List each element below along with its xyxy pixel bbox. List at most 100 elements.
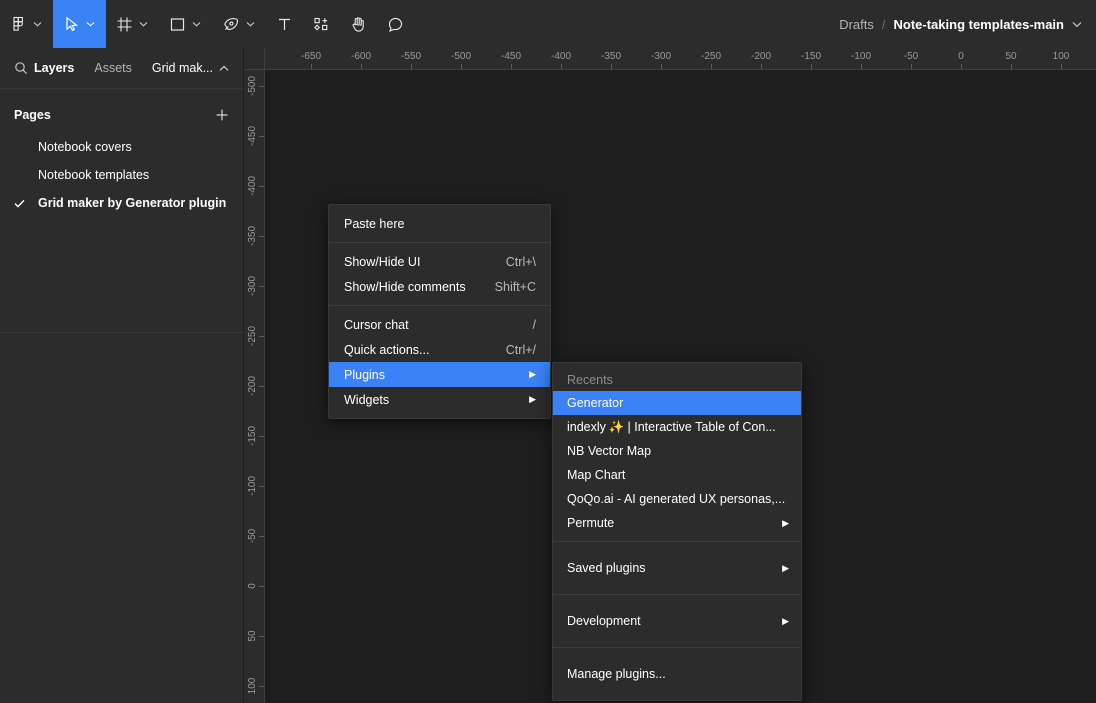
chevron-down-icon[interactable] <box>1072 21 1082 28</box>
comment-tool-button[interactable] <box>377 0 414 48</box>
left-sidebar: Layers Assets Grid mak... Pages Notebook… <box>0 48 244 703</box>
ruler-label: -100 <box>850 51 872 62</box>
menu-item-show-hide-comments[interactable]: Show/Hide comments Shift+C <box>329 274 550 299</box>
hand-tool-icon <box>350 16 367 33</box>
comment-icon <box>387 16 404 33</box>
menu-item-shortcut: / <box>532 317 536 332</box>
page-label: Grid maker by Generator plugin <box>38 196 227 210</box>
menu-item-show-hide-ui[interactable]: Show/Hide UI Ctrl+\ <box>329 249 550 274</box>
move-tool-button[interactable] <box>53 0 106 48</box>
ruler-label: -250 <box>247 325 258 347</box>
page-item-notebook-templates[interactable]: Notebook templates <box>0 161 243 189</box>
ruler-tick <box>259 586 264 587</box>
chevron-down-icon <box>31 18 43 30</box>
plugin-item-label: NB Vector Map <box>567 444 652 458</box>
sidebar-tab-bar: Layers Assets Grid mak... <box>0 48 243 89</box>
plugin-item-map-chart[interactable]: Map Chart <box>553 463 801 487</box>
search-icon[interactable] <box>14 61 34 75</box>
submenu-item-saved-plugins[interactable]: Saved plugins ▶ <box>553 548 801 588</box>
submenu-section-recents: Recents <box>567 373 613 387</box>
chevron-down-icon <box>84 18 96 30</box>
sparkles-icon: ✨ <box>608 419 625 434</box>
menu-item-label: Quick actions... <box>344 342 430 357</box>
ruler-tick <box>561 64 562 69</box>
ruler-label: -350 <box>600 51 622 62</box>
ruler-tick <box>711 64 712 69</box>
menu-item-label: Show/Hide UI <box>344 254 421 269</box>
plugin-item-generator[interactable]: Generator <box>553 391 801 415</box>
chevron-right-icon: ▶ <box>529 369 536 379</box>
submenu-separator <box>553 647 801 648</box>
pen-tool-icon <box>222 16 240 33</box>
submenu-item-development[interactable]: Development ▶ <box>553 601 801 641</box>
figma-menu-button[interactable] <box>0 0 53 48</box>
ruler-label: -50 <box>247 528 258 544</box>
menu-separator <box>329 305 550 306</box>
ruler-tick <box>259 86 264 87</box>
ruler-corner <box>244 48 265 70</box>
hand-tool-button[interactable] <box>340 0 377 48</box>
breadcrumb-file-name[interactable]: Note-taking templates-main <box>894 17 1064 32</box>
ruler-tick <box>1011 64 1012 69</box>
horizontal-ruler[interactable]: -650 -600 -550 -500 -450 -400 -350 -300 -250 -200… <box>265 48 1096 70</box>
menu-item-quick-actions[interactable]: Quick actions... Ctrl+/ <box>329 337 550 362</box>
chevron-right-icon: ▶ <box>529 394 536 404</box>
plugin-item-permute[interactable]: Permute ▶ <box>553 511 801 535</box>
menu-item-label: Widgets <box>344 392 390 407</box>
text-tool-button[interactable] <box>266 0 303 48</box>
resources-tool-button[interactable] <box>303 0 340 48</box>
vertical-ruler[interactable]: -500 -450 -400 -350 -300 -250 -200 -150 -100 -50 0… <box>244 70 265 703</box>
add-page-icon[interactable] <box>215 108 229 122</box>
chevron-down-icon <box>137 18 149 30</box>
ruler-tick <box>259 286 264 287</box>
ruler-label: -250 <box>700 51 722 62</box>
plugin-item-suffix: | Interactive Table of Con... <box>627 420 776 434</box>
ruler-label: 0 <box>958 51 964 62</box>
menu-item-plugins[interactable]: Plugins ▶ <box>329 362 550 387</box>
frame-tool-button[interactable] <box>106 0 159 48</box>
menu-item-label: Paste here <box>344 216 405 231</box>
figma-logo-icon <box>10 16 27 33</box>
ruler-label: -650 <box>300 51 322 62</box>
ruler-tick <box>259 686 264 687</box>
ruler-tick <box>259 536 264 537</box>
menu-item-paste-here[interactable]: Paste here <box>329 211 550 236</box>
breadcrumb-project[interactable]: Drafts <box>839 17 874 32</box>
plugin-item-nb-vector-map[interactable]: NB Vector Map <box>553 439 801 463</box>
ruler-tick <box>411 64 412 69</box>
page-item-grid-maker[interactable]: Grid maker by Generator plugin <box>0 189 243 217</box>
tab-layers[interactable]: Layers <box>34 61 74 75</box>
menu-item-shortcut: Shift+C <box>494 279 536 294</box>
menu-item-cursor-chat[interactable]: Cursor chat / <box>329 312 550 337</box>
plugin-panel-tab[interactable]: Grid mak... <box>152 61 229 75</box>
ruler-label: -550 <box>400 51 422 62</box>
breadcrumb-separator: / <box>881 16 886 32</box>
move-tool-icon <box>63 16 80 33</box>
ruler-tick <box>259 486 264 487</box>
submenu-item-manage-plugins[interactable]: Manage plugins... <box>553 654 801 694</box>
ruler-tick <box>311 64 312 69</box>
ruler-label: -200 <box>750 51 772 62</box>
ruler-tick <box>361 64 362 69</box>
ruler-tick <box>611 64 612 69</box>
shape-tool-button[interactable] <box>159 0 212 48</box>
menu-item-widgets[interactable]: Widgets ▶ <box>329 387 550 412</box>
top-toolbar: Drafts / Note-taking templates-main <box>0 0 1096 48</box>
text-tool-icon <box>276 16 293 33</box>
ruler-label: -150 <box>800 51 822 62</box>
ruler-tick <box>761 64 762 69</box>
ruler-label: -350 <box>247 225 258 247</box>
plugin-item-qoqo-ai[interactable]: QoQo.ai - AI generated UX personas,... <box>553 487 801 511</box>
pen-tool-button[interactable] <box>212 0 266 48</box>
ruler-tick <box>461 64 462 69</box>
ruler-label: -100 <box>247 475 258 497</box>
page-item-notebook-covers[interactable]: Notebook covers <box>0 133 243 161</box>
pages-list: Notebook covers Notebook templates Grid … <box>0 133 243 217</box>
tab-assets[interactable]: Assets <box>94 61 132 75</box>
ruler-tick <box>259 436 264 437</box>
chevron-up-icon <box>219 65 229 72</box>
chevron-down-icon <box>190 18 202 30</box>
plugin-item-indexly[interactable]: indexly ✨ | Interactive Table of Con... <box>553 415 801 439</box>
ruler-tick <box>811 64 812 69</box>
ruler-label: -300 <box>650 51 672 62</box>
